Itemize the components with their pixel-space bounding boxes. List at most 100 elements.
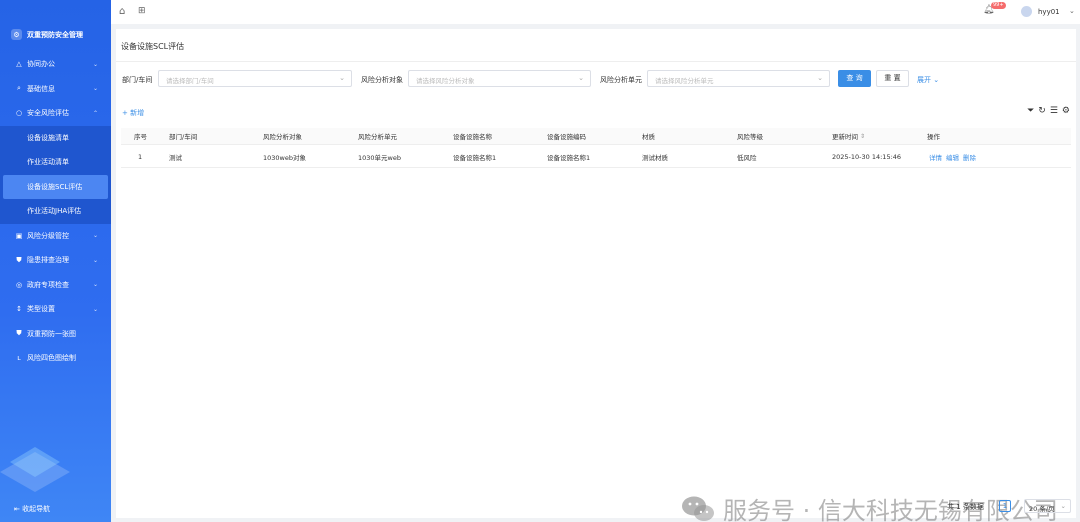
column-list-icon[interactable]: ☰ — [1050, 106, 1058, 116]
sidebar-item-label: 安全风险评估 — [27, 109, 69, 118]
grid-icon[interactable]: ⊞ — [138, 6, 146, 16]
sidebar-subitem-equipment-list[interactable]: 设备设施清单 — [0, 126, 111, 151]
avatar[interactable] — [1021, 6, 1032, 17]
filter-label-object: 风险分析对象 — [361, 76, 403, 84]
sidebar-item-gov-check[interactable]: ◎ 政府专项检查 ⌄ — [0, 273, 111, 298]
home-icon[interactable]: ⌂ — [119, 6, 125, 17]
chevron-down-icon: ⌄ — [933, 76, 940, 84]
pagination-total: 共 1 条数据 — [947, 503, 984, 511]
add-label: 新增 — [130, 109, 145, 117]
sidebar-item-type-settings[interactable]: ↕ 类型设置 ⌄ — [0, 297, 111, 322]
chevron-down-icon: ⌄ — [92, 85, 98, 93]
sidebar-item-label: 类型设置 — [27, 305, 55, 314]
col-header-label: 更新时间 — [832, 133, 858, 141]
edit-link[interactable]: 编辑 — [946, 152, 959, 162]
page-size-select[interactable]: 20 条/页 ⌄ — [1024, 499, 1071, 513]
col-header: 序号 — [134, 133, 147, 141]
sidebar: ⚙ 双重预防安全管理 △ 协同办公 ⌄ ⌕ 基础信息 ⌄ ○ 安全风险评估 ⌃ … — [0, 0, 111, 522]
wechat-logo-icon — [682, 496, 714, 521]
dept-select[interactable]: 请选择部门/车间 ⌄ — [158, 70, 352, 87]
unit-select[interactable]: 请选择风险分析单元 ⌄ — [647, 70, 830, 87]
page-number[interactable]: 1 — [999, 500, 1011, 512]
topbar: ⌂ ⊞ 🔔︎ 99+ hyy01 ⌄ — [111, 0, 1080, 24]
collapse-label: 收起导航 — [22, 505, 51, 513]
cell-dept: 测试 — [169, 153, 182, 162]
sidebar-item-risk-eval[interactable]: ○ 安全风险评估 ⌃ — [0, 101, 111, 126]
sidebar-item-label: 基础信息 — [27, 84, 55, 93]
chevron-down-icon: ⌄ — [92, 256, 98, 264]
sidebar-item-label: 风险分级管控 — [27, 231, 69, 240]
sidebar-item-one-map[interactable]: ⛊ 双重预防一张图 — [0, 322, 111, 347]
sidebar-item-basic-info[interactable]: ⌕ 基础信息 ⌄ — [0, 77, 111, 102]
collapse-icon: ⇤ — [14, 505, 23, 513]
circle-icon: ○ — [15, 109, 23, 118]
sidebar-item-risk-control[interactable]: ▣ 风险分级管控 ⌄ — [0, 224, 111, 249]
page-title: 设备设施SCL评估 — [121, 42, 185, 51]
col-header: 材质 — [642, 133, 655, 141]
notification-badge: 99+ — [991, 2, 1006, 9]
refresh-icon[interactable]: ↻ — [1038, 106, 1046, 116]
chevron-down-icon: ⌄ — [817, 74, 823, 82]
cell-unit: 1030单元web — [358, 153, 401, 162]
col-header: 部门/车间 — [169, 133, 198, 141]
chevron-down-icon[interactable]: ⌄ — [1069, 7, 1075, 15]
phone-icon: ʟ — [17, 354, 21, 363]
gear-icon[interactable]: ⚙ — [1062, 106, 1070, 116]
cell-index: 1 — [138, 152, 143, 161]
sort-icon[interactable]: ⇕ — [860, 133, 865, 140]
sidebar-item-label: 协同办公 — [27, 60, 55, 69]
sidebar-item-label: 政府专项检查 — [27, 280, 69, 289]
dept-select-placeholder: 请选择部门/车间 — [166, 77, 214, 85]
reset-button[interactable]: 重 置 — [876, 70, 909, 87]
sidebar-item-collab[interactable]: △ 协同办公 ⌄ — [0, 52, 111, 77]
chevron-down-icon: ⌄ — [92, 232, 98, 240]
cell-material: 测试材质 — [642, 153, 668, 162]
shield-icon: ⛊ — [16, 255, 22, 264]
sidebar-subitem-jha-eval[interactable]: 作业活动JHA评估 — [0, 199, 111, 224]
shield-icon: ⛊ — [16, 329, 22, 338]
object-select[interactable]: 请选择风险分析对象 ⌄ — [408, 70, 591, 87]
sidebar-item-hazard[interactable]: ⛊ 隐患排查治理 ⌄ — [0, 248, 111, 273]
chevron-down-icon: ⌄ — [1060, 502, 1066, 510]
username[interactable]: hyy01 — [1038, 8, 1060, 16]
filter-icon[interactable]: ⏷ — [1027, 106, 1034, 116]
cell-name: 设备设施名称1 — [453, 153, 497, 162]
sidebar-subitem-activity-list[interactable]: 作业活动清单 — [0, 150, 111, 175]
table-row: 1 测试 1030web对象 1030单元web 设备设施名称1 设备设施名称1… — [121, 146, 1071, 168]
sidebar-item-label: 风险四色图绘制 — [27, 354, 76, 363]
col-header-sortable[interactable]: 更新时间 ⇕ — [832, 128, 865, 144]
plus-icon: + — [122, 109, 131, 117]
search-icon: ⌕ — [17, 84, 21, 93]
filter-label-unit: 风险分析单元 — [600, 76, 642, 84]
table-toolbar: ⏷ ↻ ☰ ⚙ — [1027, 106, 1070, 116]
main-panel: 设备设施SCL评估 部门/车间 请选择部门/车间 ⌄ 风险分析对象 请选择风险分… — [116, 29, 1076, 522]
sidebar-item-four-color[interactable]: ʟ 风险四色图绘制 — [0, 346, 111, 371]
unit-select-placeholder: 请选择风险分析单元 — [655, 77, 714, 85]
sidebar-item-label: 隐患排查治理 — [27, 256, 69, 265]
col-header: 设备设施编码 — [547, 133, 586, 141]
table-header: 序号 部门/车间 风险分析对象 风险分析单元 设备设施名称 设备设施编码 材质 … — [121, 128, 1071, 145]
brand-logo-icon: ⚙ — [11, 29, 22, 40]
delete-link[interactable]: 删除 — [963, 152, 976, 162]
brand: ⚙ 双重预防安全管理 — [0, 0, 111, 52]
cell-object: 1030web对象 — [263, 153, 306, 162]
chevron-down-icon: ⌄ — [92, 60, 98, 68]
filter-label-dept: 部门/车间 — [122, 76, 153, 84]
detail-link[interactable]: 详情 — [929, 152, 942, 162]
collapse-nav-button[interactable]: ⇤ 收起导航 — [14, 504, 50, 514]
sidebar-subitem-scl-eval[interactable]: 设备设施SCL评估 — [3, 174, 108, 199]
submenu: 设备设施清单 作业活动清单 设备设施SCL评估 作业活动JHA评估 — [0, 125, 111, 224]
sidebar-item-label: 双重预防一张图 — [27, 329, 76, 338]
col-header: 设备设施名称 — [453, 133, 492, 141]
col-header: 风险分析单元 — [358, 133, 397, 141]
expand-button[interactable]: 展开 ⌄ — [917, 75, 939, 85]
chevron-up-icon: ⌃ — [92, 109, 98, 117]
expand-label: 展开 — [917, 76, 931, 84]
query-button[interactable]: 查 询 — [838, 70, 871, 87]
chevron-down-icon: ⌄ — [339, 74, 345, 82]
add-button[interactable]: + 新增 — [122, 108, 144, 118]
col-header: 风险分析对象 — [263, 133, 302, 141]
chevron-down-icon: ⌄ — [578, 74, 584, 82]
page-size-value: 20 条/页 — [1029, 505, 1055, 513]
cell-updated: 2025-10-30 14:15:46 — [832, 152, 902, 161]
